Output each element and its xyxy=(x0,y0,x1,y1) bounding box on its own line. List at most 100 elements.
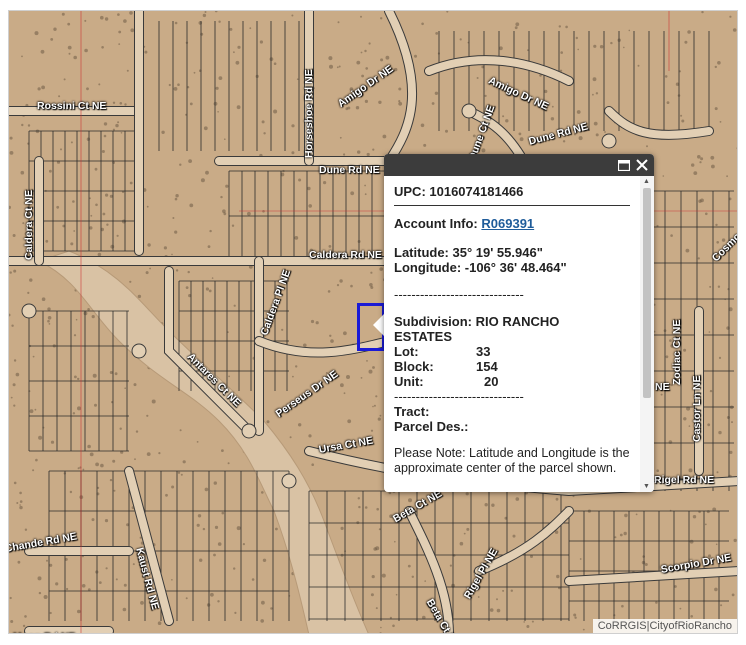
vegetation-dot xyxy=(684,40,688,44)
vegetation-dot xyxy=(423,143,427,147)
vegetation-dot xyxy=(114,372,118,376)
vegetation-dot xyxy=(89,452,94,457)
vegetation-dot xyxy=(84,19,87,22)
vegetation-dot xyxy=(685,248,690,253)
vegetation-dot xyxy=(366,152,370,157)
vegetation-dot xyxy=(364,99,368,103)
maximize-icon[interactable] xyxy=(616,157,632,173)
vegetation-dot xyxy=(38,435,43,440)
vegetation-dot xyxy=(124,103,127,106)
vegetation-dot xyxy=(291,14,294,17)
vegetation-dot xyxy=(259,40,263,44)
vegetation-dot xyxy=(421,22,424,26)
vegetation-dot xyxy=(669,339,672,342)
vegetation-dot xyxy=(220,195,223,199)
vegetation-dot xyxy=(132,563,135,566)
vegetation-dot xyxy=(338,65,341,68)
block-label: Block: xyxy=(394,359,434,374)
popup-scrollbar[interactable]: ▲ ▼ xyxy=(640,176,654,492)
vegetation-dot xyxy=(336,284,340,287)
tract-label: Tract: xyxy=(394,404,430,419)
scroll-down-icon[interactable]: ▼ xyxy=(643,483,650,490)
vegetation-dot xyxy=(24,528,28,531)
vegetation-dot xyxy=(168,83,171,87)
vegetation-dot xyxy=(189,102,193,106)
vegetation-dot xyxy=(32,469,35,472)
vegetation-dot xyxy=(379,267,384,271)
cul-de-sac xyxy=(241,423,257,439)
vegetation-dot xyxy=(718,430,722,435)
scroll-up-icon[interactable]: ▲ xyxy=(643,178,650,185)
vegetation-dot xyxy=(378,100,382,105)
vegetation-dot xyxy=(701,11,704,14)
vegetation-dot xyxy=(83,311,88,316)
vegetation-dot xyxy=(104,17,109,21)
vegetation-dot xyxy=(95,462,99,467)
vegetation-dot xyxy=(578,136,583,141)
vegetation-dot xyxy=(556,574,560,579)
vegetation-dot xyxy=(49,611,52,615)
vegetation-dot xyxy=(179,163,182,166)
vegetation-dot xyxy=(35,458,38,462)
vegetation-dot xyxy=(236,526,241,531)
vegetation-dot xyxy=(380,58,384,62)
vegetation-dot xyxy=(434,91,439,96)
vegetation-dot xyxy=(531,620,534,623)
vegetation-dot xyxy=(688,468,693,473)
vegetation-dot xyxy=(19,505,23,510)
vegetation-dot xyxy=(260,619,264,623)
vegetation-dot xyxy=(234,611,237,615)
vegetation-dot xyxy=(298,178,302,182)
cul-de-sac xyxy=(461,103,477,119)
vegetation-dot xyxy=(87,444,91,449)
vegetation-dot xyxy=(340,526,344,531)
vegetation-dot xyxy=(27,124,31,127)
vegetation-dot xyxy=(49,563,53,567)
vegetation-dot xyxy=(213,481,217,485)
vegetation-dot xyxy=(110,244,115,249)
vegetation-dot xyxy=(339,279,343,283)
vegetation-dot xyxy=(34,31,39,36)
vegetation-dot xyxy=(628,29,631,32)
vegetation-dot xyxy=(575,36,578,40)
block-value: 154 xyxy=(476,359,498,374)
vegetation-dot xyxy=(666,101,670,104)
account-link[interactable]: R069391 xyxy=(481,216,534,231)
vegetation-dot xyxy=(385,55,390,60)
vegetation-dot xyxy=(102,212,106,216)
subdivision-line2: ESTATES xyxy=(394,329,453,344)
vegetation-dot xyxy=(38,591,42,595)
vegetation-dot xyxy=(398,101,403,106)
vegetation-dot xyxy=(644,563,648,566)
vegetation-dot xyxy=(370,286,374,289)
vegetation-dot xyxy=(100,463,104,468)
vegetation-dot xyxy=(732,28,737,32)
vegetation-dot xyxy=(89,226,93,230)
vegetation-dot xyxy=(95,203,98,207)
vegetation-dot xyxy=(189,203,194,208)
vegetation-dot xyxy=(50,440,55,444)
vegetation-dot xyxy=(173,87,178,91)
vegetation-dot xyxy=(641,560,646,565)
note-text: Please Note: Latitude and Longitude is t… xyxy=(394,446,630,475)
vegetation-dot xyxy=(298,423,302,427)
vegetation-dot xyxy=(118,30,122,34)
close-icon[interactable] xyxy=(634,157,650,173)
scroll-thumb[interactable] xyxy=(643,188,651,398)
vegetation-dot xyxy=(228,375,231,378)
vegetation-dot xyxy=(133,383,137,387)
vegetation-dot xyxy=(365,67,369,70)
vegetation-dot xyxy=(565,25,568,29)
vegetation-dot xyxy=(711,164,715,169)
unit-row: Unit: 20 xyxy=(394,374,630,389)
vegetation-dot xyxy=(311,463,315,467)
vegetation-dot xyxy=(705,212,708,216)
vegetation-dot xyxy=(73,55,77,60)
vegetation-dot xyxy=(389,514,393,518)
vegetation-dot xyxy=(29,237,32,240)
vegetation-dot xyxy=(679,607,682,610)
vegetation-dot xyxy=(604,131,606,133)
vegetation-dot xyxy=(689,539,694,544)
vegetation-dot xyxy=(273,62,277,65)
vegetation-dot xyxy=(674,585,677,588)
